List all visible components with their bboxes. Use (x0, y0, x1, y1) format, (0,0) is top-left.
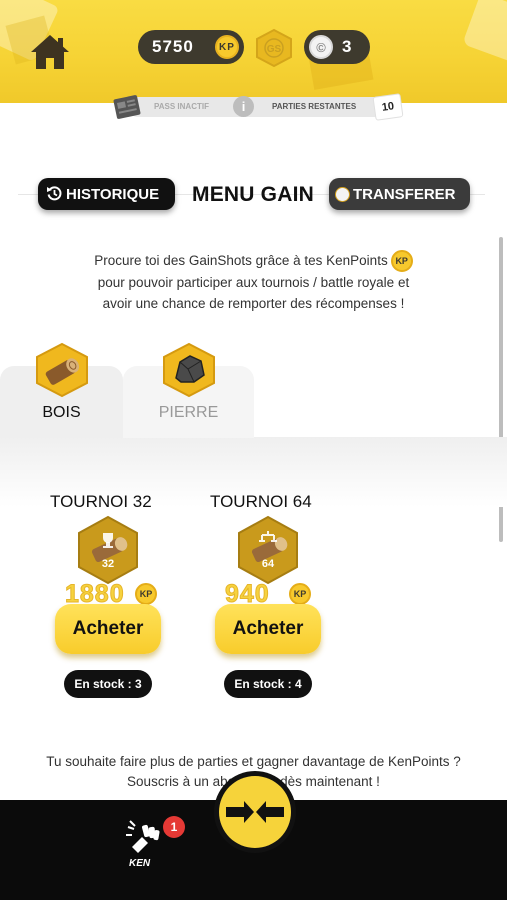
kp-coin-icon: KP (390, 250, 413, 273)
history-label: HISTORIQUE (66, 185, 160, 203)
versus-button[interactable] (214, 771, 296, 853)
kenpoints-balance[interactable]: 5750 KP (138, 30, 244, 64)
stock-badge: En stock : 4 (224, 670, 312, 698)
history-icon (47, 186, 62, 201)
tab-pierre-label: PIERRE (158, 404, 219, 421)
description-text: Procure toi des GainShots grâce à tes Ke… (40, 250, 467, 314)
versus-button-face (219, 776, 291, 848)
page-title: MENU GAIN (192, 183, 314, 206)
ticket-count: 3 (342, 37, 352, 56)
description-line2: pour pouvoir participer aux tournois / b… (97, 275, 410, 291)
ticket-balance[interactable]: © 3 (304, 30, 370, 64)
tournament-hex-icon: 32 (78, 515, 138, 585)
promo-line1: Tu souhaite faire plus de parties et gag… (46, 754, 461, 769)
tournament-card: TOURNOI 64 64 940 KP Acheter En stock : … (210, 492, 330, 702)
tab-pierre[interactable]: PIERRE (123, 342, 254, 438)
notification-badge: 1 (163, 816, 185, 838)
versus-arrows-icon (226, 801, 284, 823)
history-button[interactable]: HISTORIQUE (38, 178, 175, 210)
background-decoration (462, 0, 507, 63)
tab-bois-label: BOIS (42, 404, 81, 421)
tournament-title: TOURNOI 32 (50, 492, 152, 511)
pass-card-icon (113, 95, 141, 119)
gainshot-hex-icon[interactable]: GS (254, 28, 294, 68)
description-line3: avoir une chance de remporter des récomp… (102, 296, 405, 312)
parties-remaining-count: 10 (372, 93, 404, 121)
transfer-label: TRANSFERER (353, 185, 456, 203)
tournament-hex-icon: 64 (238, 515, 298, 585)
pass-status-text: PASS INACTIF (154, 102, 209, 111)
ken-character-icon[interactable] (124, 817, 166, 857)
tab-bois[interactable]: BOIS (0, 342, 123, 438)
tournament-hex-number: 32 (102, 558, 114, 570)
stock-badge: En stock : 3 (64, 670, 152, 698)
buy-button[interactable]: Acheter (215, 604, 321, 654)
parties-remaining-label: PARTIES RESTANTES (272, 102, 357, 111)
tournament-card: TOURNOI 32 32 1880 KP Acheter En stock :… (50, 492, 170, 702)
description-line1: Procure toi des GainShots grâce à tes Ke… (94, 253, 388, 268)
kp-coin-icon: KP (289, 583, 311, 605)
stone-icon (163, 342, 215, 398)
kp-coin-icon: KP (215, 35, 239, 59)
kp-coin-icon: KP (135, 583, 157, 605)
tournament-hex-number: 64 (262, 558, 275, 570)
gs-badge-text: GS (267, 44, 282, 55)
ticket-coin-icon: © (309, 35, 333, 59)
ken-nav-label: KEN (129, 858, 151, 869)
buy-button[interactable]: Acheter (55, 604, 161, 654)
menu-row: HISTORIQUE MENU GAIN TRANSFERER (0, 175, 507, 215)
info-icon[interactable]: i (233, 96, 254, 117)
transfer-coin-icon (335, 187, 350, 202)
home-icon[interactable] (28, 32, 72, 72)
top-header: 5750 KP GS © 3 (0, 0, 507, 103)
tournament-title: TOURNOI 64 (210, 492, 312, 511)
kenpoints-value: 5750 (152, 37, 194, 56)
transfer-button[interactable]: TRANSFERER (329, 178, 470, 210)
pass-status-bar[interactable]: PASS INACTIF i PARTIES RESTANTES 10 (112, 91, 404, 123)
wood-log-icon (36, 342, 88, 398)
description-line: Procure toi des GainShots grâce à tes Ke… (40, 250, 467, 273)
